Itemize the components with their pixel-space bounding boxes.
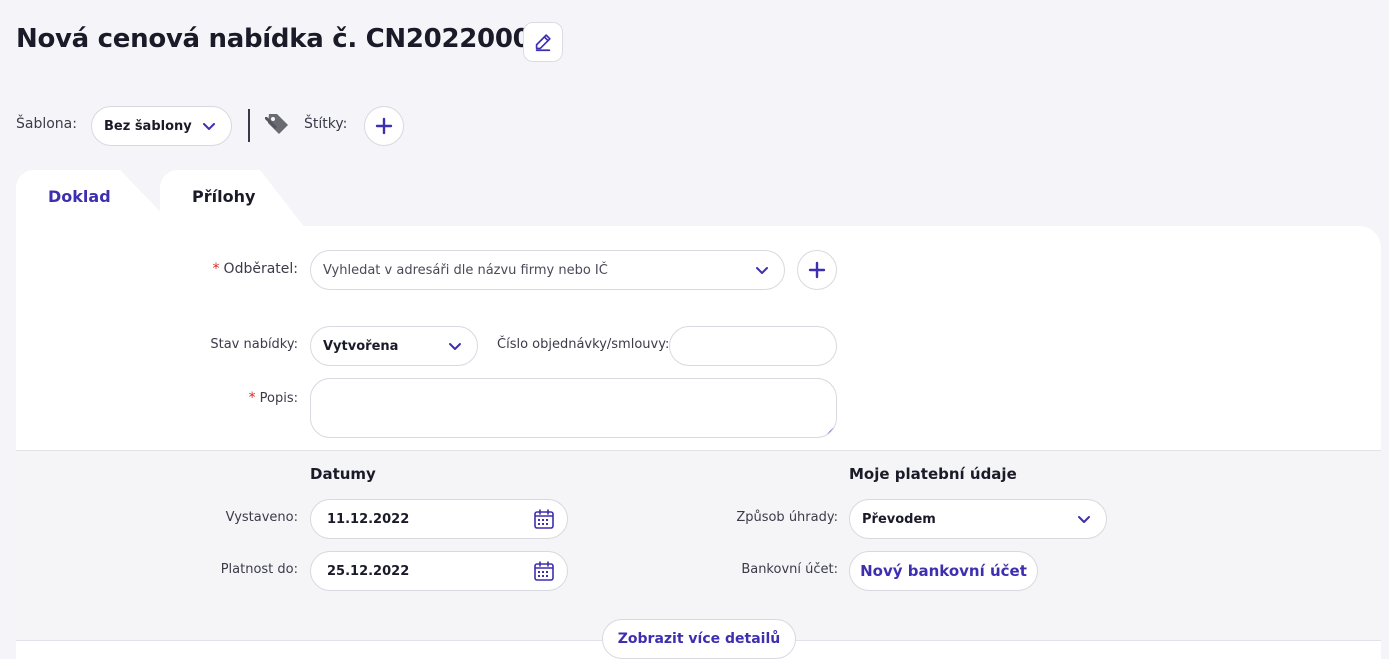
issued-date-input[interactable]: 11.12.2022 [310, 499, 568, 539]
order-number-label: Číslo objednávky/smlouvy: [497, 337, 670, 352]
toolbar-divider [248, 109, 250, 142]
customer-label: Odběratel: [223, 261, 298, 277]
resize-handle-icon[interactable] [824, 425, 836, 437]
tab-prilohy-label: Přílohy [192, 187, 256, 206]
payment-method-label: Způsob úhrady: [736, 510, 838, 525]
chevron-down-icon [1076, 511, 1092, 527]
payment-section-title: Moje platební údaje [849, 465, 1017, 483]
valid-until-input[interactable]: 25.12.2022 [310, 551, 568, 591]
calendar-icon[interactable] [533, 508, 555, 530]
customer-search[interactable]: Vyhledat v adresáři dle názvu firmy nebo… [310, 250, 785, 290]
edit-title-button[interactable] [523, 22, 563, 62]
template-select[interactable]: Bez šablony [91, 106, 232, 146]
required-mark: * [212, 261, 220, 277]
tags-icon [263, 111, 291, 141]
template-label: Šablona: [16, 116, 77, 132]
customer-label-wrap: * Odběratel: [150, 261, 298, 277]
offer-state-value: Vytvořena [323, 338, 399, 354]
description-textarea[interactable] [310, 378, 837, 438]
add-customer-button[interactable] [797, 250, 837, 290]
payment-method-value: Převodem [862, 511, 936, 527]
dates-section-title: Datumy [310, 465, 376, 483]
customer-search-placeholder: Vyhledat v adresáři dle názvu firmy nebo… [323, 262, 608, 278]
pencil-icon [535, 34, 551, 52]
calendar-icon[interactable] [533, 560, 555, 582]
payment-method-select[interactable]: Převodem [849, 499, 1107, 539]
issued-label: Vystaveno: [225, 510, 298, 525]
bank-account-label: Bankovní účet: [741, 562, 838, 577]
issued-date-value: 11.12.2022 [327, 511, 410, 527]
description-label-wrap: * Popis: [150, 390, 298, 406]
chevron-down-icon [201, 118, 217, 134]
template-select-value: Bez šablony [104, 118, 192, 134]
new-bank-account-button[interactable]: Nový bankovní účet [849, 551, 1038, 591]
tags-label: Štítky: [304, 116, 348, 132]
details-panel [16, 450, 1381, 640]
offer-state-label: Stav nabídky: [210, 337, 298, 352]
add-tag-button[interactable] [364, 106, 404, 146]
plus-icon [808, 261, 826, 279]
valid-until-label: Platnost do: [220, 562, 298, 577]
show-more-details-button[interactable]: Zobrazit více detailů [602, 619, 796, 659]
order-number-input[interactable] [669, 326, 837, 366]
page-title: Nová cenová nabídka č. CN20220003 [16, 24, 549, 54]
chevron-down-icon [754, 262, 770, 278]
chevron-down-icon [447, 338, 463, 354]
offer-state-select[interactable]: Vytvořena [310, 326, 478, 366]
tab-doklad-label: Doklad [48, 187, 111, 206]
valid-until-value: 25.12.2022 [327, 563, 410, 579]
description-label: Popis: [259, 391, 298, 406]
plus-icon [375, 117, 393, 135]
required-mark: * [248, 390, 256, 406]
